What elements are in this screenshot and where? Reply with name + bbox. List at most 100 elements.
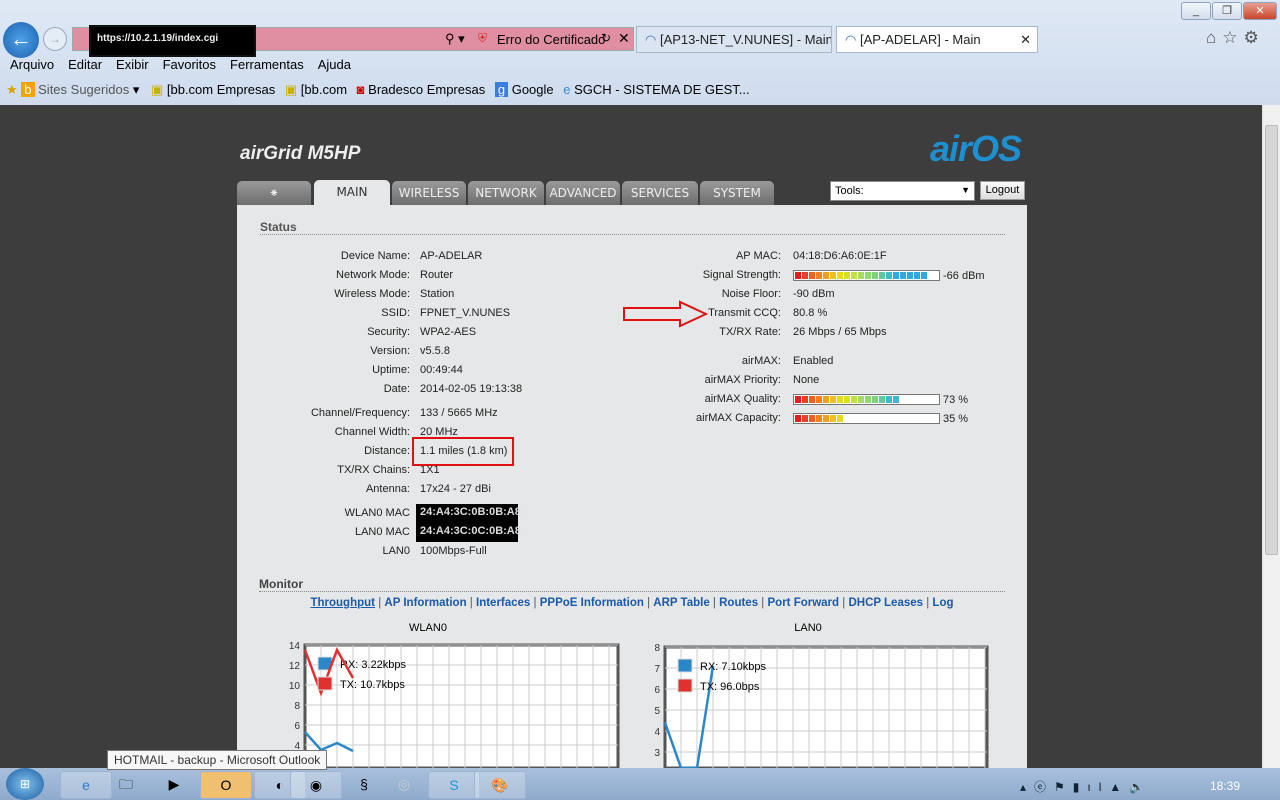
taskbar-paint[interactable]: 🎨 [474, 771, 526, 799]
close-tab-icon[interactable]: ✕ [1020, 27, 1031, 52]
fav-sites-sugeridos[interactable]: Sites Sugeridos [38, 82, 129, 97]
status-value: 04:18:D6:A6:0E:1F [793, 250, 887, 262]
level-segment [872, 396, 878, 403]
address-bar[interactable]: https://10.2.1.19/index.cgi ⚲ ▾ ⛨ Erro d… [72, 25, 634, 57]
ie-page-icon: e [563, 82, 571, 97]
taskbar-outlook[interactable]: O [200, 771, 252, 799]
status-value: 00:49:44 [420, 364, 463, 376]
system-tray-icons[interactable]: ▴ⓔ⚑▮ıl▲🔈 [1020, 778, 1152, 795]
tab-ap13[interactable]: ◠ [AP13-NET_V.NUNES] - Main [636, 26, 832, 53]
level-segment [816, 272, 822, 279]
status-value: Router [420, 269, 454, 281]
taskbar-firefox[interactable]: ◉ [290, 771, 342, 799]
menu-favoritos[interactable]: Favoritos [163, 57, 216, 72]
tab-ubnt-logo[interactable]: ⁕ [237, 181, 311, 205]
taskbar-skype[interactable]: S [428, 771, 480, 799]
menu-ajuda[interactable]: Ajuda [318, 57, 351, 72]
status-value: 24:A4:3C:0B:0B:A8 [416, 504, 521, 523]
vertical-scrollbar[interactable] [1262, 105, 1280, 768]
level-segment [921, 272, 927, 279]
back-button[interactable]: ← [3, 22, 39, 58]
status-value: Station [420, 288, 455, 300]
status-value: WPA2-AES [420, 326, 477, 338]
status-value: 17x24 - 27 dBi [420, 483, 491, 495]
home-star-gear-icons[interactable]: ⌂☆⚙ [1206, 28, 1265, 48]
monitor-link[interactable]: Throughput [310, 597, 375, 609]
status-value: 80.8 % [793, 307, 828, 319]
legend-label: RX: 3.22kbps [340, 659, 407, 671]
tools-select[interactable]: Tools: ▼ [830, 181, 975, 201]
tab-main[interactable]: MAIN [314, 180, 390, 205]
menu-exibir[interactable]: Exibir [116, 57, 149, 72]
cert-error-icon: ⛨ [478, 31, 488, 45]
scrollbar-thumb[interactable] [1265, 125, 1278, 555]
fav-bradesco[interactable]: Bradesco Empresas [368, 82, 485, 97]
status-value: 24:A4:3C:0C:0B:A8 [416, 523, 521, 542]
tab-system[interactable]: SYSTEM [700, 181, 774, 205]
monitor-link[interactable]: PPPoE Information [540, 597, 644, 609]
tools-label: Tools: [835, 185, 864, 197]
fav-google[interactable]: Google [512, 82, 554, 97]
restore-button[interactable]: ❐ [1212, 2, 1242, 20]
menu-arquivo[interactable]: Arquivo [10, 57, 54, 72]
minimize-button[interactable]: _ [1181, 2, 1211, 20]
favorites-star-icon[interactable]: ★ [6, 82, 18, 97]
google-icon: g [494, 82, 509, 97]
level-segment [851, 396, 857, 403]
taskbar-explorer[interactable]: 🗀 [100, 771, 152, 799]
monitor-link[interactable]: DHCP Leases [848, 597, 923, 609]
status-value: 2014-02-05 19:13:38 [420, 383, 523, 395]
status-label: airMAX: [741, 355, 781, 367]
tab-label: [AP13-NET_V.NUNES] - Main [659, 32, 832, 47]
legend-label: TX: 96.0bps [700, 681, 760, 693]
status-value: 100Mbps-Full [420, 545, 487, 557]
level-segment [830, 272, 836, 279]
red-arrow-annotation [622, 300, 709, 331]
status-value: Enabled [793, 355, 834, 367]
legend-swatch [677, 658, 693, 673]
start-button[interactable]: ⊞ [6, 768, 44, 800]
monitor-link[interactable]: AP Information [384, 597, 466, 609]
status-label: Channel/Frequency: [310, 407, 410, 419]
level-segment [865, 272, 871, 279]
logout-button[interactable]: Logout [980, 181, 1025, 200]
product-logo: airGrid M5HP [240, 143, 361, 164]
stop-icon[interactable]: ✕ [618, 30, 630, 47]
tab-services[interactable]: SERVICES [622, 181, 698, 205]
level-bar [793, 394, 940, 405]
close-window-button[interactable]: ✕ [1243, 2, 1277, 20]
taskbar-disc[interactable]: ◎ [378, 771, 430, 799]
status-value: -90 dBm [793, 288, 835, 300]
menu-ferramentas[interactable]: Ferramentas [230, 57, 304, 72]
level-segment [802, 415, 808, 422]
status-value: None [793, 374, 820, 386]
y-tick-label: 8 [294, 701, 300, 712]
level-segment [872, 272, 878, 279]
bb-icon: ▣ [284, 82, 298, 97]
separator: | [466, 597, 476, 609]
url-text[interactable]: https://10.2.1.19/index.cgi [89, 25, 256, 57]
y-tick-label: 12 [289, 661, 301, 672]
monitor-link[interactable]: Log [932, 597, 953, 609]
fav-sgch[interactable]: SGCH - SISTEMA DE GEST... [574, 82, 750, 97]
chevron-down-icon: ▼ [961, 185, 970, 195]
tab-ap-adelar[interactable]: ◠ [AP-ADELAR] - Main ✕ [836, 26, 1038, 53]
fav-bb[interactable]: [bb.com [301, 82, 347, 97]
tab-advanced[interactable]: ADVANCED [546, 181, 620, 205]
menu-editar[interactable]: Editar [68, 57, 102, 72]
taskbar-media[interactable]: ▶ [148, 771, 200, 799]
fav-bb-empresas[interactable]: [bb.com Empresas [167, 82, 275, 97]
monitor-link[interactable]: Port Forward [768, 597, 840, 609]
cert-error-label[interactable]: Erro do Certificado [497, 32, 605, 47]
monitor-link[interactable]: Interfaces [476, 597, 530, 609]
y-tick-label: 6 [294, 721, 300, 732]
refresh-icon[interactable]: ↻ [601, 31, 611, 45]
forward-button[interactable]: → [43, 27, 67, 51]
search-icon[interactable]: ⚲ ▾ [445, 31, 465, 47]
monitor-link[interactable]: Routes [719, 597, 758, 609]
monitor-link[interactable]: ARP Table [653, 597, 709, 609]
airos-logo-text: airOS [930, 128, 1022, 169]
tab-network[interactable]: NETWORK [468, 181, 544, 205]
tab-wireless[interactable]: WIRELESS [392, 181, 466, 205]
separator: | [643, 597, 654, 609]
